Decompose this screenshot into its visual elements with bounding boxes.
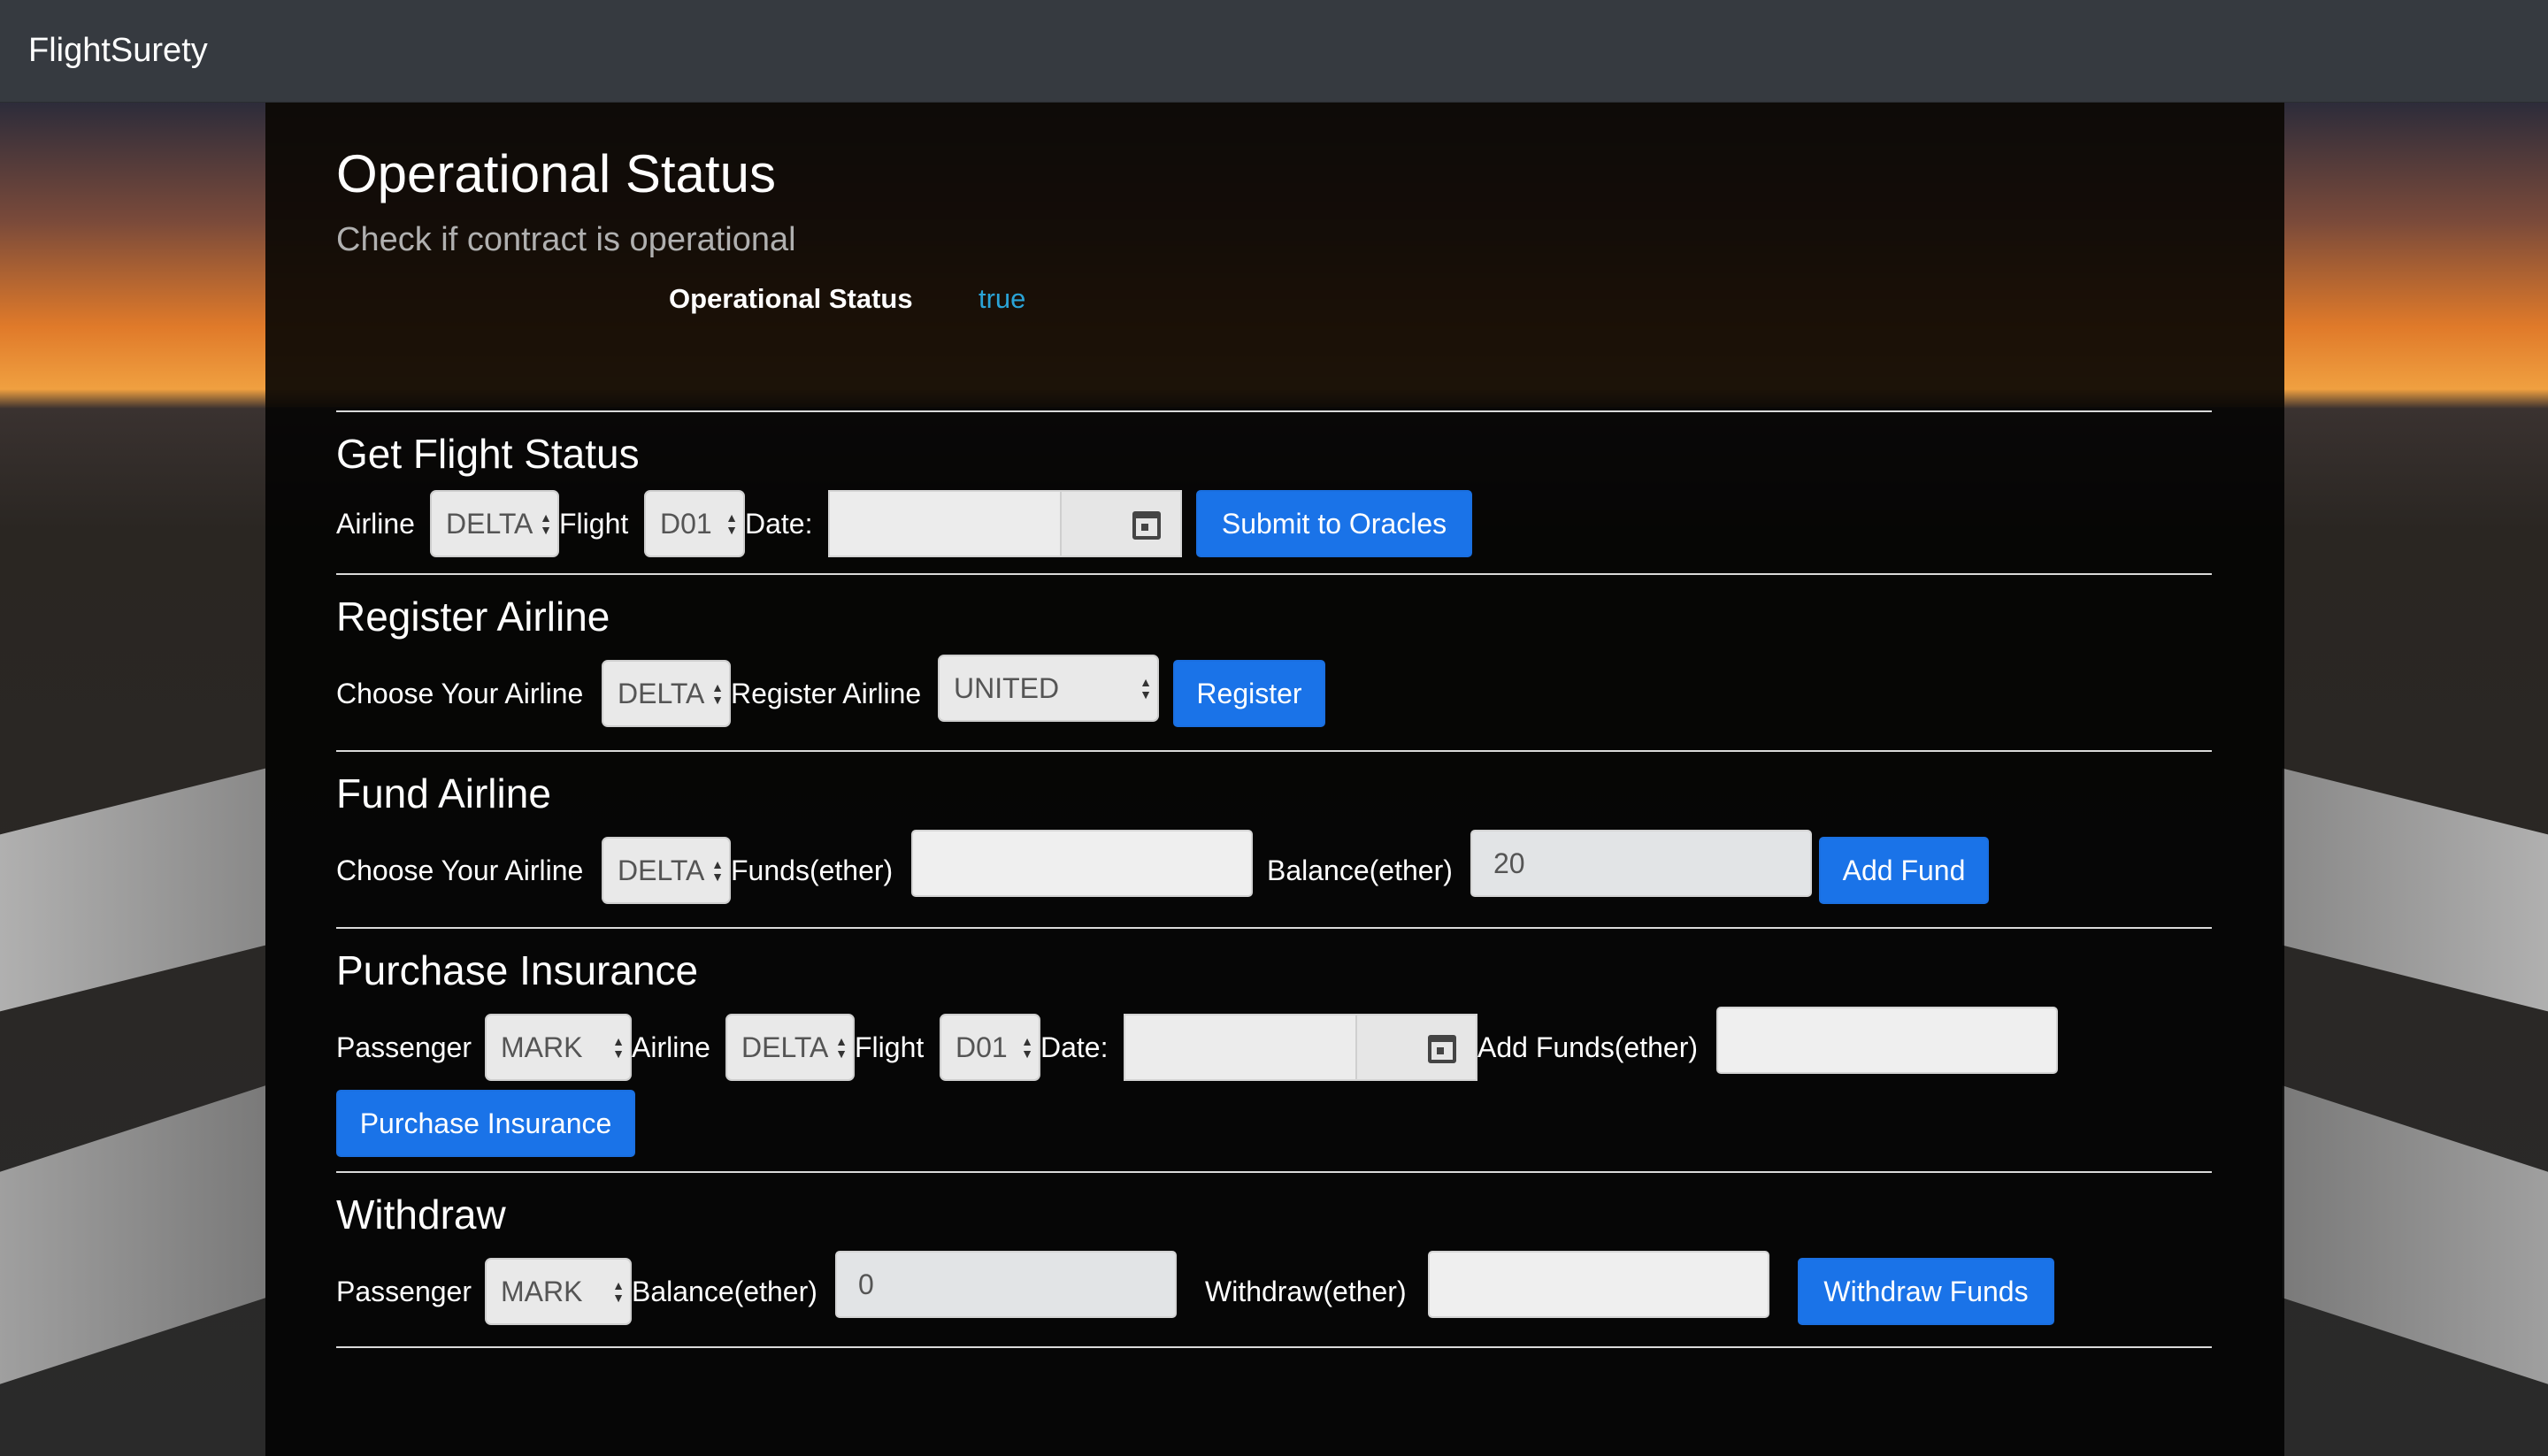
select-arrows-icon: ▲ ▼ (1021, 1034, 1033, 1061)
date-input[interactable] (828, 490, 1182, 557)
airline-label: Airline (632, 1031, 710, 1063)
purchase-insurance-button[interactable]: Purchase Insurance (336, 1090, 635, 1157)
date-picker[interactable] (1060, 492, 1180, 556)
register-airline-label: Register Airline (731, 678, 922, 709)
airline-label: Airline (336, 508, 415, 540)
operational-status-label: Operational Status (669, 283, 913, 314)
runway-stripe (0, 768, 265, 1012)
divider (336, 410, 2212, 412)
balance-field: 20 (1470, 830, 1812, 897)
flight-select[interactable]: D01 ▲ ▼ (644, 490, 745, 557)
withdraw-passenger-select[interactable]: MARK ▲ ▼ (485, 1258, 632, 1325)
date-label: Date: (745, 508, 813, 540)
submit-to-oracles-button[interactable]: Submit to Oracles (1196, 490, 1472, 557)
airline-select[interactable]: DELTA ▲ ▼ (430, 490, 559, 557)
brand-link[interactable]: FlightSurety (28, 32, 208, 70)
section-title-flight-status: Get Flight Status (336, 431, 640, 477)
select-arrows-icon: ▲ ▼ (725, 510, 738, 537)
select-arrows-icon: ▲ ▼ (711, 680, 724, 707)
register-airline-select[interactable]: UNITED ▲ ▼ (938, 655, 1159, 722)
section-title-withdraw: Withdraw (336, 1192, 506, 1238)
page-title: Operational Status (336, 144, 776, 203)
choose-airline-label: Choose Your Airline (336, 854, 584, 886)
divider (336, 1171, 2212, 1173)
insurance-flight-select[interactable]: D01 ▲ ▼ (940, 1014, 1040, 1081)
runway-stripe (2283, 1085, 2548, 1384)
operational-status-value: true (979, 283, 1026, 314)
passenger-label: Passenger (336, 1276, 472, 1307)
section-title-register-airline: Register Airline (336, 594, 610, 640)
select-arrows-icon: ▲ ▼ (540, 510, 552, 537)
page-subtitle: Check if contract is operational (336, 221, 796, 258)
select-arrows-icon: ▲ ▼ (1140, 675, 1152, 701)
funds-label: Funds(ether) (731, 854, 894, 886)
runway-stripe (2283, 768, 2548, 1012)
funds-input[interactable] (911, 830, 1253, 897)
divider (336, 750, 2212, 752)
add-funds-input[interactable] (1716, 1007, 2058, 1074)
add-fund-button[interactable]: Add Fund (1819, 837, 1989, 904)
flight-label: Flight (855, 1031, 925, 1063)
section-title-fund-airline: Fund Airline (336, 770, 551, 816)
insurance-airline-select[interactable]: DELTA ▲ ▼ (725, 1014, 855, 1081)
date-label: Date: (1040, 1031, 1109, 1063)
withdraw-label: Withdraw(ether) (1205, 1276, 1407, 1307)
select-arrows-icon: ▲ ▼ (612, 1278, 625, 1305)
divider (336, 573, 2212, 575)
withdraw-funds-button[interactable]: Withdraw Funds (1798, 1258, 2054, 1325)
select-arrows-icon: ▲ ▼ (711, 857, 724, 884)
insurance-date-input[interactable] (1124, 1014, 1477, 1081)
choose-airline-select[interactable]: DELTA ▲ ▼ (602, 660, 731, 727)
withdraw-input[interactable] (1428, 1251, 1769, 1318)
balance-label: Balance(ether) (1267, 854, 1453, 886)
select-arrows-icon: ▲ ▼ (612, 1034, 625, 1061)
runway-stripe (0, 1085, 265, 1384)
choose-airline-label: Choose Your Airline (336, 678, 584, 709)
add-funds-label: Add Funds(ether) (1477, 1031, 1699, 1063)
passenger-select[interactable]: MARK ▲ ▼ (485, 1014, 632, 1081)
passenger-label: Passenger (336, 1031, 472, 1063)
date-picker[interactable] (1355, 1015, 1476, 1079)
divider (336, 1346, 2212, 1348)
divider (336, 927, 2212, 929)
register-button[interactable]: Register (1173, 660, 1325, 727)
calendar-icon (1428, 1035, 1456, 1063)
fund-airline-select[interactable]: DELTA ▲ ▼ (602, 837, 731, 904)
balance-label: Balance(ether) (632, 1276, 817, 1307)
section-title-purchase-insurance: Purchase Insurance (336, 947, 699, 993)
main-container: Operational Status Check if contract is … (265, 103, 2284, 1456)
flight-label: Flight (559, 508, 629, 540)
navbar: FlightSurety (0, 0, 2548, 103)
withdraw-balance-field: 0 (835, 1251, 1177, 1318)
operational-status-panel: Operational Status Check if contract is … (265, 103, 2284, 407)
select-arrows-icon: ▲ ▼ (835, 1034, 848, 1061)
calendar-icon (1132, 511, 1161, 540)
